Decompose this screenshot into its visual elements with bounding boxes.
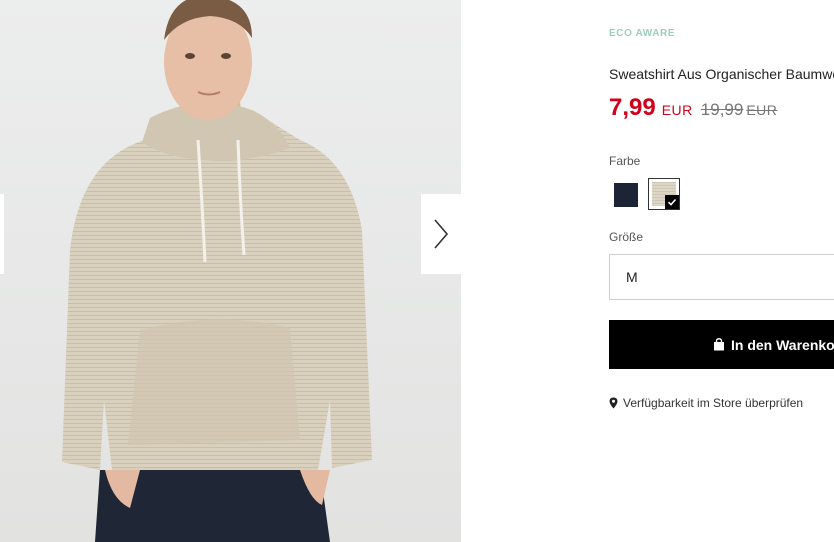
gallery-prev-edge[interactable] <box>0 194 4 274</box>
color-swatch-beige[interactable] <box>648 178 680 210</box>
current-price: 7,99 <box>609 94 656 121</box>
location-pin-icon <box>609 397 618 409</box>
gallery-next-button[interactable] <box>421 194 461 274</box>
color-label: Farbe <box>609 154 641 168</box>
product-gallery <box>0 0 461 542</box>
store-availability-link[interactable]: Verfügbarkeit im Store überprüfen <box>609 396 803 410</box>
shopping-bag-icon <box>713 338 725 351</box>
old-currency: EUR <box>746 102 778 118</box>
size-label: Größe <box>609 230 644 244</box>
product-photo <box>62 0 372 542</box>
size-select[interactable]: M <box>609 254 834 300</box>
color-swatch-navy[interactable] <box>614 183 638 207</box>
store-link-label: Verfügbarkeit im Store überprüfen <box>623 396 804 410</box>
price-row: 7,99 EUR 19,99 EUR <box>609 94 777 122</box>
old-price: 19,99 <box>700 100 744 119</box>
add-to-cart-label: In den Warenkorb <box>731 336 834 353</box>
eco-aware-badge: ECO AWARE <box>609 28 676 39</box>
product-title: Sweatshirt Aus Organischer Baumwolle <box>609 66 834 82</box>
current-currency: EUR <box>661 102 693 118</box>
chevron-right-icon <box>434 219 449 249</box>
size-selected-value: M <box>626 269 638 285</box>
checkmark-icon <box>665 195 679 209</box>
add-to-cart-button[interactable]: In den Warenkorb <box>609 320 834 369</box>
